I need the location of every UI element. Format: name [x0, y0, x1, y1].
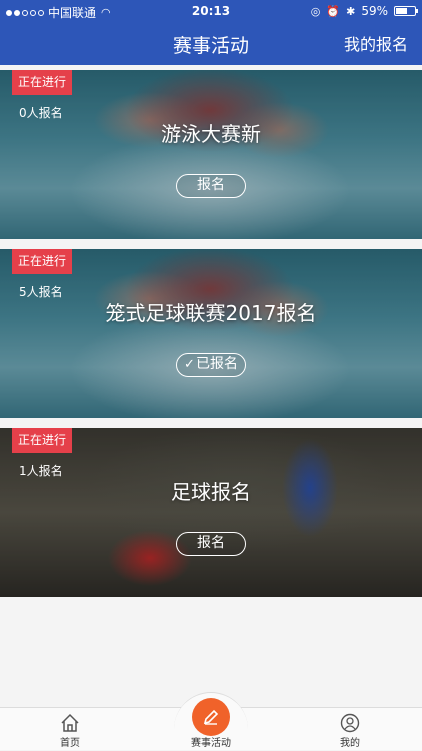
home-icon — [61, 713, 79, 732]
battery-percent: 59% — [361, 4, 388, 18]
tab-mine[interactable]: 我的 — [300, 708, 400, 751]
register-button-label: 报名 — [197, 177, 225, 193]
event-card-swimming[interactable]: 正在进行 0人报名 游泳大赛新 报名 — [0, 70, 422, 239]
registered-button-label: 已报名 — [195, 356, 238, 372]
tab-mine-label: 我的 — [340, 738, 360, 749]
register-button-label: 报名 — [197, 535, 225, 551]
status-right: ◎ ⏰ ✱ 59% — [310, 4, 418, 18]
battery-fill — [396, 8, 407, 14]
event-card-cage-football[interactable]: 正在进行 5人报名 笼式足球联赛2017报名 ✓已报名 — [0, 249, 422, 418]
tab-events-label: 赛事活动 — [191, 738, 231, 749]
status-badge: 正在进行 — [12, 249, 73, 274]
event-title: 足球报名 — [171, 480, 251, 504]
event-list: 正在进行 0人报名 游泳大赛新 报名 正在进行 5人报名 笼式足球联赛2017报… — [0, 70, 422, 607]
event-title: 笼式足球联赛2017报名 — [105, 301, 317, 325]
check-icon: ✓ — [184, 357, 195, 372]
tab-home[interactable]: 首页 — [20, 708, 120, 751]
alarm-icon: ⏰ — [326, 4, 341, 18]
nav-bar: 赛事活动 我的报名 — [0, 22, 422, 65]
status-badge: 正在进行 — [12, 70, 73, 95]
event-card-football[interactable]: 正在进行 1人报名 足球报名 报名 — [0, 428, 422, 597]
tab-home-label: 首页 — [60, 738, 80, 749]
empty-area — [0, 597, 422, 707]
bluetooth-icon: ✱ — [346, 4, 356, 18]
battery-icon — [394, 6, 418, 16]
my-registrations-link[interactable]: 我的报名 — [344, 31, 408, 55]
event-title: 游泳大赛新 — [161, 122, 261, 146]
tab-events[interactable]: 赛事活动 — [161, 708, 261, 751]
lock-rotation-icon: ◎ — [310, 4, 321, 18]
status-bar: 中国联通 ◠ 20:13 ◎ ⏰ ✱ 59% — [0, 0, 422, 22]
registered-button[interactable]: ✓已报名 — [176, 353, 246, 377]
user-icon — [340, 713, 360, 733]
register-button[interactable]: 报名 — [176, 174, 246, 198]
tab-bar: 首页 赛事活动 我的 — [0, 692, 422, 751]
register-button[interactable]: 报名 — [176, 532, 246, 556]
status-badge: 正在进行 — [12, 428, 73, 453]
